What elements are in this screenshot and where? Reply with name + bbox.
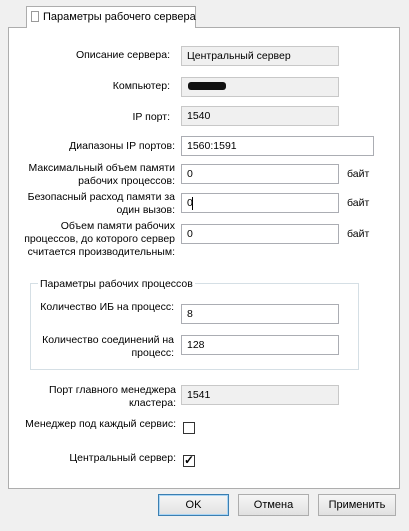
manager-per-service-label: Менеджер под каждый сервис: (25, 418, 176, 430)
cancel-button[interactable]: Отмена (238, 494, 309, 516)
ib-per-process-input[interactable]: 8 (181, 304, 339, 324)
safe-memory-unit: байт (347, 197, 370, 209)
max-memory-unit: байт (347, 168, 370, 180)
ok-button[interactable]: OK (158, 494, 229, 516)
ip-port-ranges-input[interactable]: 1560:1591 (181, 136, 374, 156)
cluster-manager-port-label: Порт главного менеджера кластера: (49, 384, 176, 409)
apply-button[interactable]: Применить (318, 494, 396, 516)
ip-port-ranges-label: Диапазоны IP портов: (69, 140, 175, 152)
manager-per-service-checkbox[interactable] (183, 422, 195, 434)
tab-label: Параметры рабочего сервера (43, 11, 196, 23)
server-description-field: Центральный сервер (181, 46, 339, 66)
productive-memory-label: Объем памяти рабочих процессов, до котор… (24, 220, 175, 258)
computer-label: Компьютер: (112, 80, 170, 92)
productive-memory-unit: байт (347, 228, 370, 240)
safe-memory-label: Безопасный расход памяти за один вызов: (27, 191, 175, 216)
ip-port-label: IP порт: (132, 111, 170, 123)
connections-per-process-label: Количество соединений на процесс: (42, 334, 174, 359)
redacted-computer-name (188, 82, 226, 90)
connections-per-process-input[interactable]: 128 (181, 335, 339, 355)
computer-field (181, 77, 339, 97)
ib-per-process-label: Количество ИБ на процесс: (40, 301, 174, 313)
safe-memory-input[interactable]: 0 (181, 193, 339, 213)
ip-port-field: 1540 (181, 106, 339, 126)
page-icon (31, 11, 39, 22)
central-server-checkbox[interactable]: ✓ (183, 453, 195, 467)
central-server-label: Центральный сервер: (69, 452, 176, 464)
text-caret (192, 197, 193, 210)
max-memory-label: Максимальный объем памяти рабочих процес… (28, 162, 175, 187)
max-memory-input[interactable]: 0 (181, 164, 339, 184)
checkmark-icon: ✓ (184, 453, 195, 467)
process-params-group-title: Параметры рабочих процессов (38, 278, 195, 290)
server-description-label: Описание сервера: (75, 49, 170, 61)
productive-memory-input[interactable]: 0 (181, 224, 339, 244)
tab-server-settings[interactable]: Параметры рабочего сервера (26, 6, 196, 28)
cluster-manager-port-field: 1541 (181, 385, 339, 405)
